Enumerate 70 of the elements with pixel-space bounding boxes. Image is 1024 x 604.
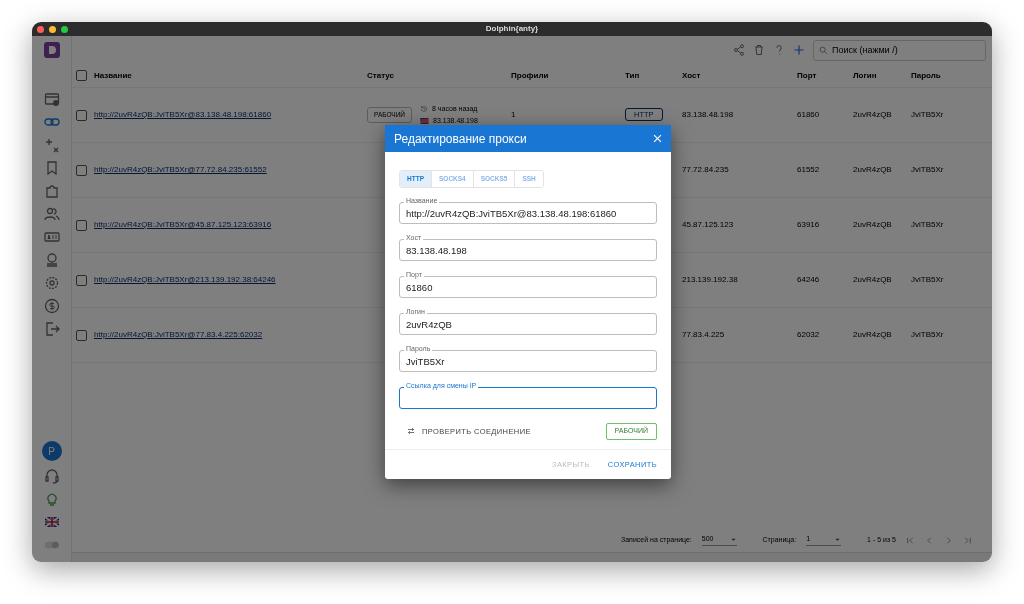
- proxy-link[interactable]: http://2uvR4zQB:JviTB5Xr@45.87.125.123:63916: [94, 220, 272, 229]
- plus-icon[interactable]: [43, 137, 60, 153]
- history-icon: [420, 104, 429, 113]
- table-cell-text: 2uvR4zQB: [853, 219, 893, 231]
- column-header[interactable]: Статус: [367, 69, 511, 82]
- table-cell-text: 2uvR4zQB: [853, 164, 893, 176]
- input-field[interactable]: [399, 386, 657, 409]
- trash-icon[interactable]: [753, 44, 765, 56]
- proxy-link[interactable]: http://2uvR4zQB:JviTB5Xr@77.72.84.235:61552: [94, 165, 267, 174]
- flag-icon[interactable]: [43, 514, 60, 530]
- checkbox[interactable]: [76, 219, 87, 231]
- api-icon[interactable]: [43, 229, 60, 245]
- headset-icon[interactable]: [43, 468, 60, 484]
- column-header[interactable]: Логин: [853, 69, 911, 82]
- column-header[interactable]: Порт: [797, 69, 853, 82]
- table-cell-text: 63916: [797, 219, 821, 231]
- previous-page-icon[interactable]: [925, 535, 934, 545]
- table-cell-text: JviTB5Xr: [911, 274, 945, 286]
- checkbox[interactable]: [76, 109, 87, 121]
- table-cell-text: 213.139.192.38: [682, 274, 739, 286]
- proxy-link[interactable]: http://2uvR4zQB:JviTB5Xr@77.83.4.225:62032: [94, 330, 263, 339]
- dollar-icon[interactable]: [43, 298, 60, 314]
- window-title: Dolphin{anty}: [485, 24, 539, 33]
- flag-icon: [420, 117, 430, 126]
- table-cell-text: 2uvR4zQB: [853, 274, 893, 286]
- close-button[interactable]: [652, 133, 663, 144]
- logout-icon[interactable]: [43, 321, 60, 337]
- table-cell-text: 45.87.125.123: [682, 219, 735, 231]
- first-page-icon[interactable]: [906, 535, 915, 545]
- table-cell-text: 62032: [797, 329, 821, 341]
- caret-icon: [834, 536, 842, 543]
- share-icon[interactable]: [733, 44, 745, 56]
- column-header[interactable]: Тип: [625, 69, 682, 82]
- table-cell-text: 64246: [797, 274, 821, 286]
- swap-arrows-icon: [407, 427, 415, 436]
- table-cell-text: 2uvR4zQB: [853, 109, 893, 121]
- table-cell-text: 77.83.4.225: [682, 329, 726, 341]
- column-header[interactable]: Профили: [511, 69, 625, 82]
- close-icon: [652, 133, 663, 144]
- proxy-link[interactable]: http://2uvR4zQB:JviTB5Xr@213.139.192.38:64246: [94, 275, 276, 284]
- table-cell-text: JviTB5Xr: [911, 329, 945, 341]
- add-icon[interactable]: [793, 44, 805, 56]
- users-icon[interactable]: [43, 206, 60, 222]
- table-cell-text: 61552: [797, 164, 821, 176]
- table-cell-text: 83.138.48.198: [682, 109, 735, 121]
- app-logo: [43, 42, 60, 58]
- caret-icon: [729, 536, 737, 543]
- table-cell-text: 1: [511, 109, 517, 121]
- checkbox[interactable]: [76, 70, 87, 81]
- table-cell-text: 2uvR4zQB: [853, 329, 893, 341]
- proxy-link[interactable]: http://2uvR4zQB:JviTB5Xr@83.138.48.198:61860: [94, 110, 272, 119]
- question-icon[interactable]: [773, 44, 785, 56]
- table-cell-text: JviTB5Xr: [911, 219, 945, 231]
- table-cell-text: 61860: [797, 109, 821, 121]
- settings-icon[interactable]: [43, 275, 60, 291]
- column-header[interactable]: Пароль: [911, 69, 992, 82]
- checkbox[interactable]: [76, 164, 87, 176]
- next-page-icon[interactable]: [944, 535, 953, 545]
- last-page-icon[interactable]: [963, 535, 972, 545]
- column-header[interactable]: Хост: [682, 69, 797, 82]
- checkbox[interactable]: [76, 274, 87, 286]
- table-cell-text: 77.72.84.235: [682, 164, 730, 176]
- browser-window-icon[interactable]: [43, 91, 60, 107]
- search-field[interactable]: Поиск (нажми /): [813, 39, 986, 61]
- column-header[interactable]: Название: [94, 69, 367, 82]
- table-cell-text: JviTB5Xr: [911, 109, 945, 121]
- dialog-title: Редактирование прокси: [394, 130, 527, 148]
- avatar[interactable]: P: [41, 441, 62, 461]
- checkbox[interactable]: [76, 329, 87, 341]
- table-cell-text: JviTB5Xr: [911, 164, 945, 176]
